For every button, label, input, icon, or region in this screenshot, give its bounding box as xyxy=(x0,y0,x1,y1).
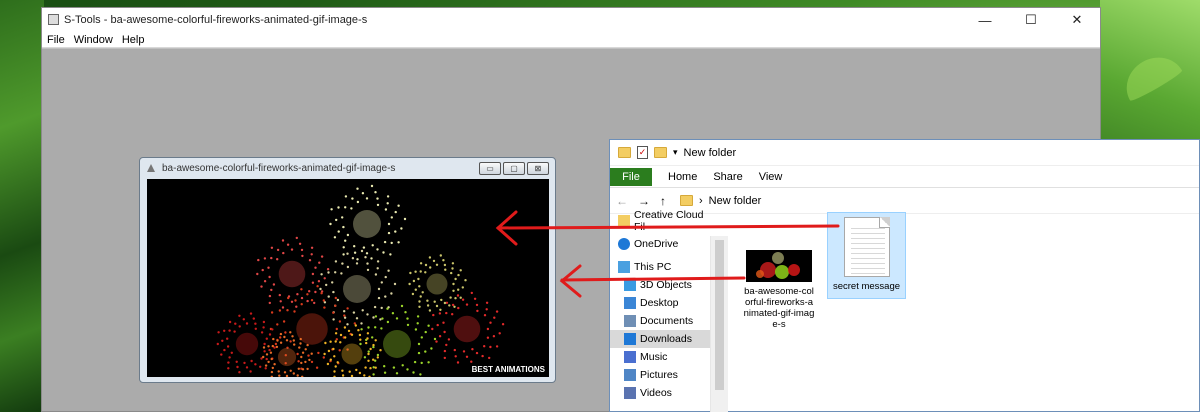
red-arrow-line xyxy=(496,224,840,230)
red-arrow-line xyxy=(560,276,746,282)
annotation-arrows xyxy=(495,210,840,298)
